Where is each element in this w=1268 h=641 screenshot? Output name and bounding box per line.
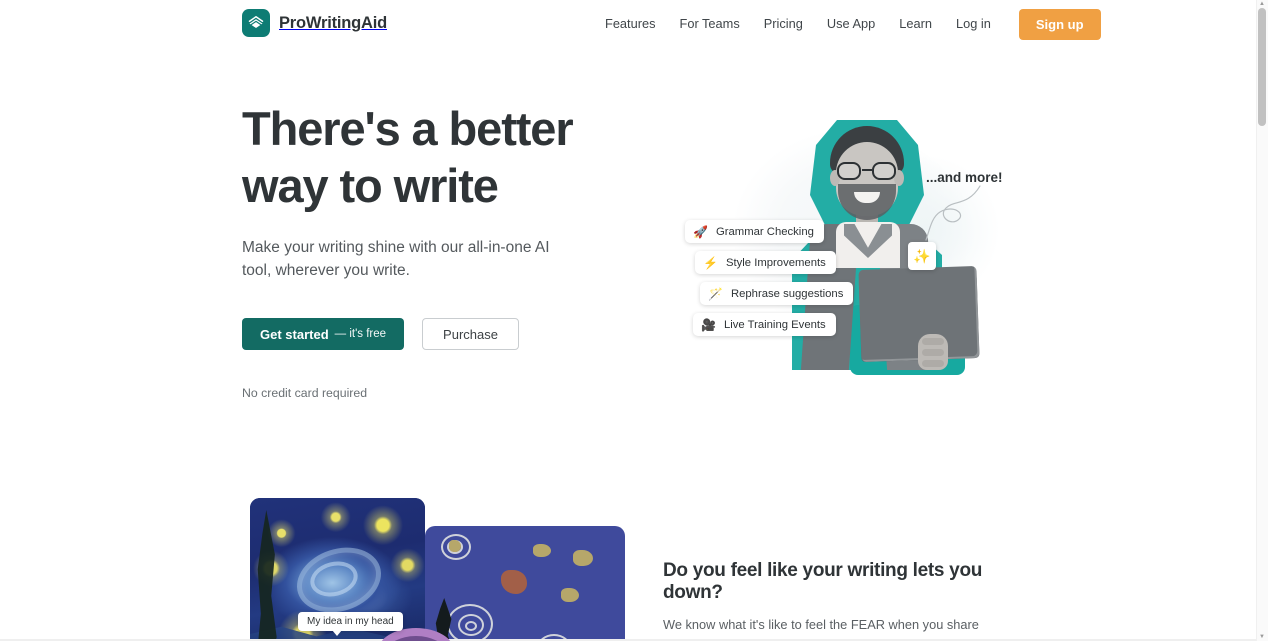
feature-chip-style-improvements[interactable]: ⚡ Style Improvements [695,251,836,274]
feature-chip-label: Grammar Checking [715,225,814,238]
lower-section-copy: Do you feel like your writing lets you d… [663,560,1023,641]
nav-link-pricing[interactable]: Pricing [752,0,815,48]
hero-cta-row: Get started — it's free Purchase [242,318,642,350]
brand-name: ProWritingAid [279,13,388,32]
scrollbar-thumb[interactable] [1258,8,1266,126]
nav-link-use-app[interactable]: Use App [815,0,887,48]
purchase-button[interactable]: Purchase [422,318,519,350]
feature-chip-label: Rephrase suggestions [730,287,844,300]
get-started-button[interactable]: Get started — it's free [242,318,405,350]
bolt-icon: ⚡ [703,255,718,270]
crude-drawing-card [425,526,625,641]
get-started-label: Get started [260,326,329,342]
feature-chip-list: 🚀 Grammar Checking ⚡ Style Improvements … [685,220,855,344]
crude-orange-shape [501,570,527,594]
signup-button[interactable]: Sign up [1018,8,1101,40]
page-title: There's a better way to write [242,100,642,214]
get-started-suffix: — it's free [334,328,387,340]
nav-link-log-in[interactable]: Log in [944,0,1003,48]
feature-chip-rephrase-suggestions[interactable]: 🪄 Rephrase suggestions [700,282,854,305]
comparison-art-cards: My idea in my head [250,498,630,641]
hero-illustration: 🚀 Grammar Checking ⚡ Style Improvements … [660,100,1020,390]
page-root: ProWritingAid Features For Teams Pricing… [0,0,1268,641]
hero-title-line-1: There's a better [242,102,574,155]
no-credit-card-note: No credit card required [242,386,368,400]
site-header: ProWritingAid Features For Teams Pricing… [0,0,1256,48]
nav-link-for-teams[interactable]: For Teams [668,0,752,48]
lower-section-body: We know what it's like to feel the FEAR … [663,617,997,641]
stacked-pages-icon [242,9,270,37]
feature-chip-label: Style Improvements [725,256,826,269]
hero-subtitle: Make your writing shine with our all-in-… [242,239,550,279]
lower-section-title: Do you feel like your writing lets you d… [663,560,983,603]
camera-icon: 🎥 [701,317,716,332]
sparkles-icon: ✨ [908,242,936,270]
hero-title-line-2: way to write [242,159,499,212]
hero-copy: There's a better way to write Make your … [242,100,642,400]
scroll-down-arrow[interactable]: ▼ [1258,634,1266,640]
rocket-icon: 🚀 [693,224,708,239]
wand-icon: 🪄 [708,286,723,301]
brand-logo-link[interactable]: ProWritingAid [242,9,387,37]
feature-chip-live-training-events[interactable]: 🎥 Live Training Events [693,313,836,336]
page-scrollbar[interactable]: ▲ ▼ [1256,0,1268,641]
main-nav: Features For Teams Pricing Use App Learn… [605,0,1101,48]
idea-in-my-head-label: My idea in my head [298,612,403,636]
nav-link-features[interactable]: Features [605,0,668,48]
feature-chip-label: Live Training Events [723,318,826,331]
and-more-label: ...and more! [926,170,1003,185]
hand [918,334,948,370]
scroll-up-arrow[interactable]: ▲ [1258,1,1266,7]
nav-link-learn[interactable]: Learn [887,0,944,48]
feature-chip-grammar-checking[interactable]: 🚀 Grammar Checking [685,220,824,243]
glasses-icon [836,162,898,180]
